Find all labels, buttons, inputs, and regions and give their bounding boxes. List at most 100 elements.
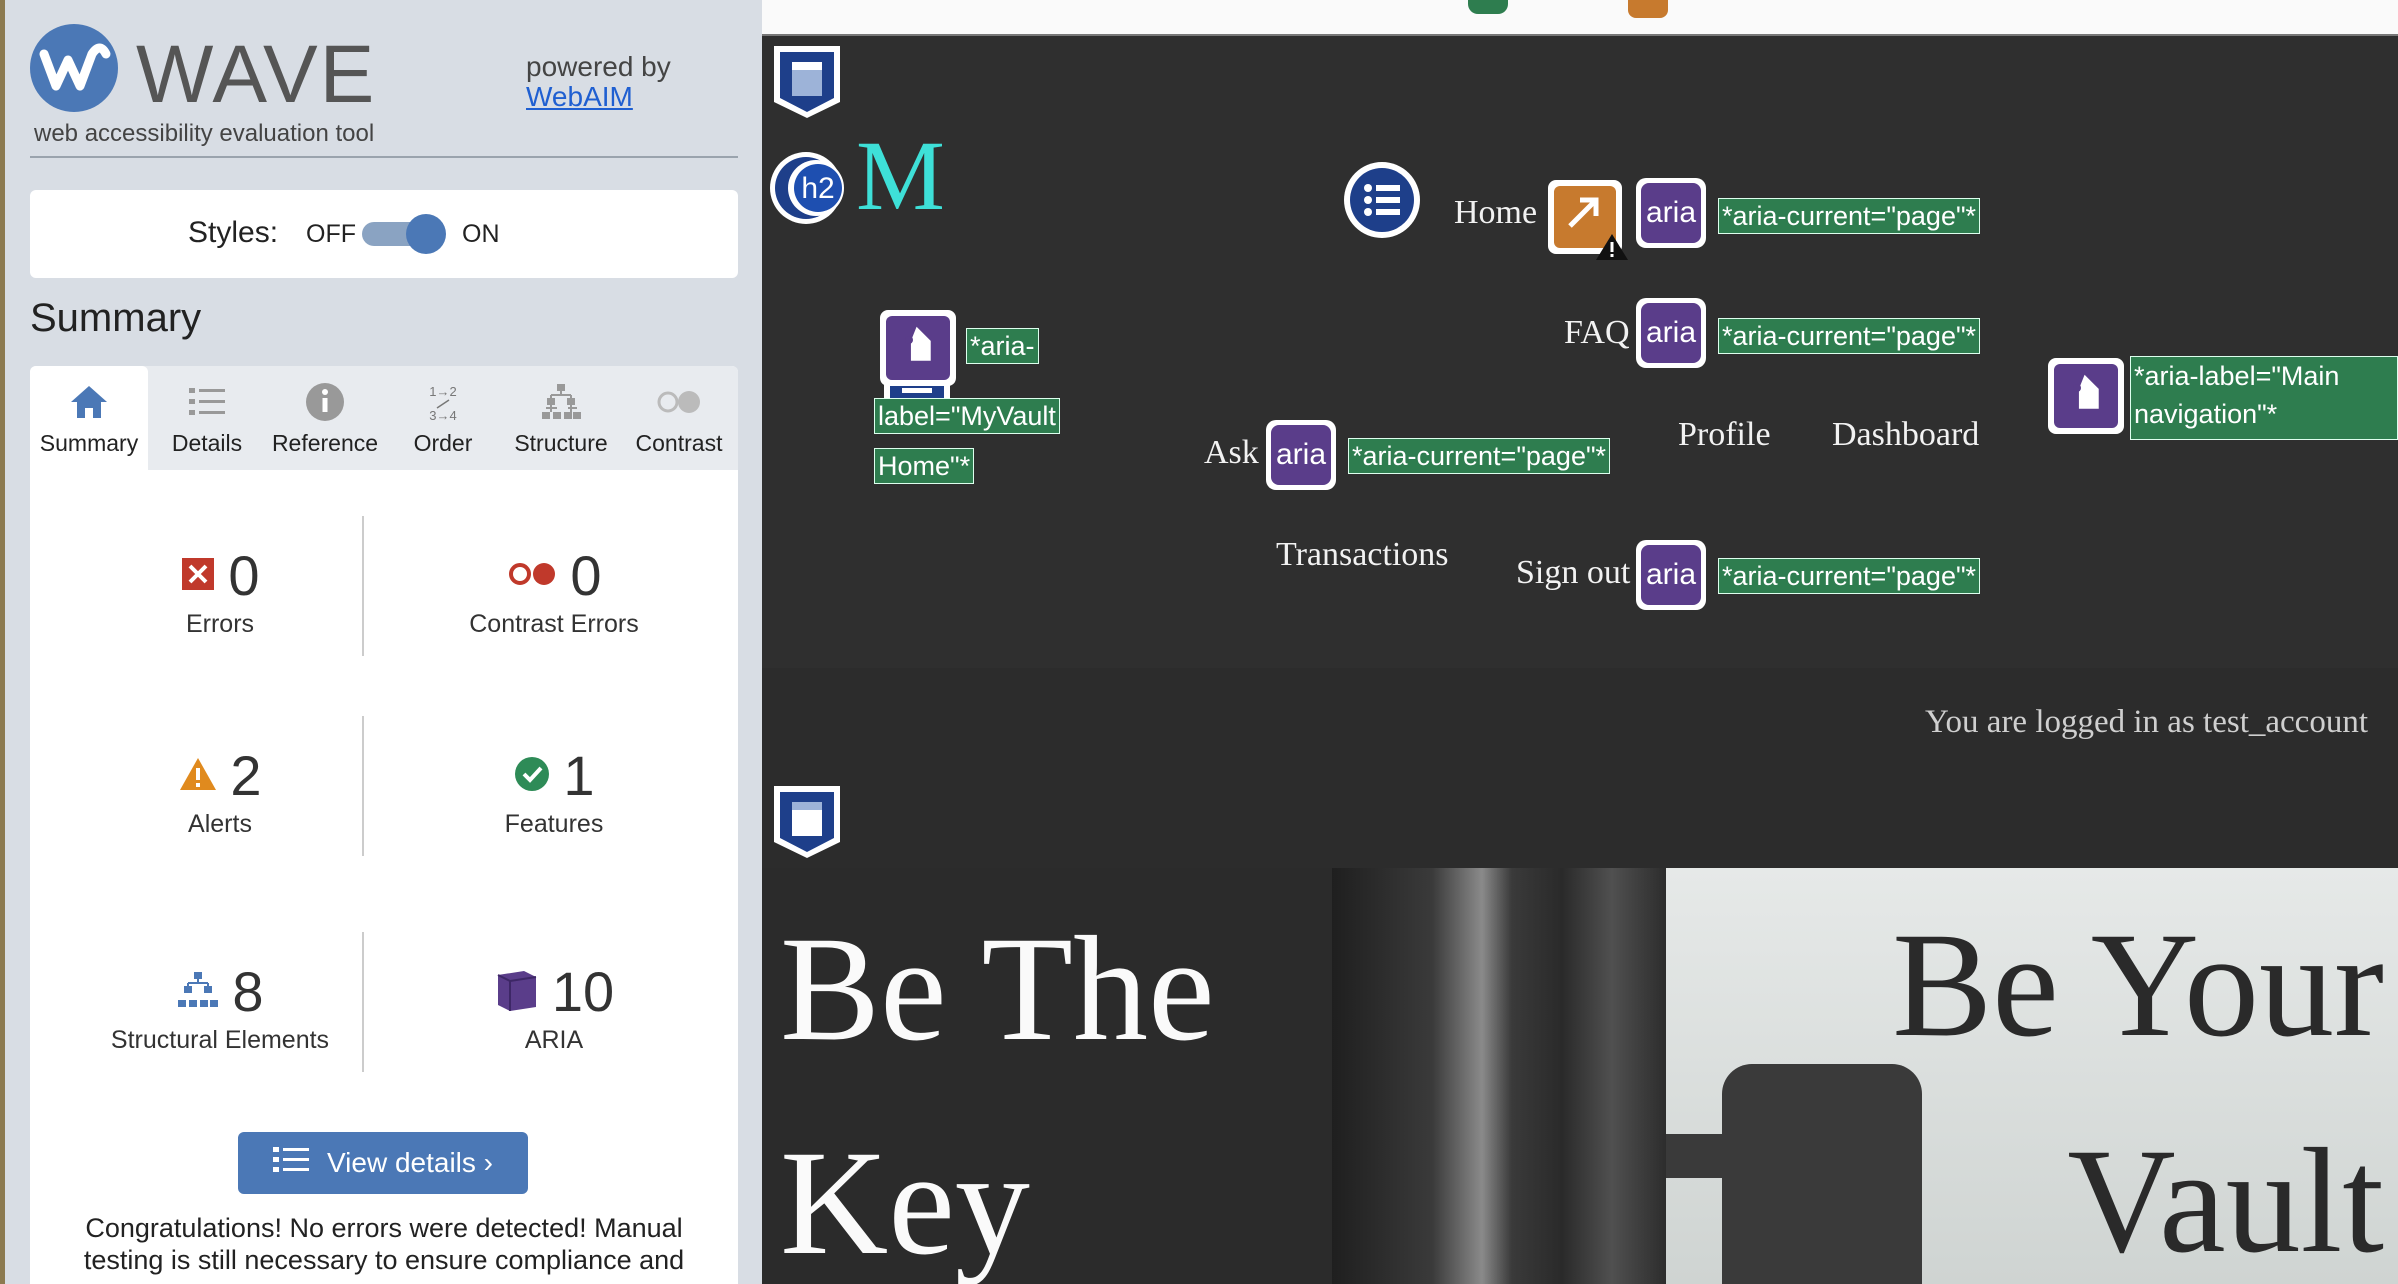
main-nav-aria-label-tag: *aria-label="Main navigation"* (2130, 356, 2398, 440)
errors-label: Errors (185, 610, 255, 638)
list-icon (272, 1145, 309, 1182)
order-icon-bottom: 3→4 (429, 408, 456, 423)
list-icon (148, 380, 266, 426)
tab-contrast[interactable]: Contrast (620, 366, 738, 470)
tab-details[interactable]: Details (148, 366, 266, 470)
styles-off-label: OFF (306, 220, 356, 248)
logged-in-text: You are logged in as test_account (1925, 704, 2368, 740)
aria-current-tag: *aria-current="page"* (1718, 318, 1981, 354)
alerts-stat[interactable]: 2 Alerts (60, 746, 380, 839)
tab-structure[interactable]: Structure (502, 366, 620, 470)
order-icon-top: 1→2 (429, 384, 456, 399)
tab-reference[interactable]: Reference (266, 366, 384, 470)
main-nav-aria-label-icon[interactable] (2046, 356, 2126, 441)
site-logo[interactable]: M (856, 118, 945, 233)
summary-heading: Summary (30, 296, 202, 340)
aria-icon[interactable]: aria (1636, 298, 1706, 368)
feature-icon (513, 755, 551, 798)
page-top-strip (762, 0, 2398, 36)
brand-aria-label-tag-1: *aria- (966, 328, 1039, 364)
webaim-link[interactable]: WebAIM (526, 82, 671, 112)
window-edge (0, 0, 5, 1284)
key-image (1722, 1064, 1922, 1284)
aria-stat[interactable]: 10 ARIA (394, 962, 714, 1055)
info-icon (266, 380, 384, 426)
hero-left-line2: Key (780, 1120, 1030, 1284)
redundant-link-alert-icon[interactable] (1546, 178, 1630, 267)
aria-current-tag: *aria-current="page"* (1718, 558, 1981, 594)
hero-right-line1: Be Your (1892, 902, 2384, 1068)
tab-label: Summary (39, 430, 139, 456)
contrast-error-icon (506, 559, 558, 594)
brand-aria-label-tag-3: Home"* (874, 448, 975, 484)
summary-panel: Summary Details Reference 1→2 3→4 Order (30, 366, 738, 1284)
hero-left-line1: Be The (780, 906, 1215, 1072)
tab-label: Structure (514, 430, 608, 456)
alerts-count: 2 (230, 744, 262, 807)
errors-count: 0 (228, 544, 260, 607)
view-details-button[interactable]: View details › (238, 1132, 528, 1194)
alert-icon (178, 756, 218, 797)
main-nav-tag-line1: *aria-label="Main (2134, 361, 2340, 391)
alerts-label: Alerts (188, 810, 252, 838)
features-stat[interactable]: 1 Features (394, 746, 714, 839)
toggle-knob (406, 214, 446, 254)
nav-transactions[interactable]: Transactions (1276, 536, 1449, 574)
tab-label: Contrast (635, 430, 723, 456)
unordered-list-icon[interactable] (1342, 160, 1422, 245)
aria-cube-icon (494, 967, 540, 1018)
h2-heading-icon[interactable]: h2 (768, 148, 858, 233)
wave-tagline: web accessibility evaluation tool (34, 120, 375, 147)
contrast-icon (620, 380, 738, 426)
aria-chip-label: aria (1641, 545, 1701, 605)
styles-toggle[interactable] (362, 214, 446, 254)
alert-marker-icon[interactable] (1628, 0, 1668, 18)
feature-marker-icon[interactable] (1468, 0, 1508, 14)
aria-icon[interactable]: aria (1266, 420, 1336, 490)
nav-ask[interactable]: Ask (1204, 434, 1259, 472)
divider (30, 156, 738, 158)
powered-by: powered by WebAIM (526, 52, 671, 112)
structure-icon (502, 380, 620, 426)
h2-label: h2 (801, 172, 834, 205)
styles-on-label: ON (462, 220, 500, 248)
aria-count: 10 (551, 960, 615, 1023)
nav-faq[interactable]: FAQ (1564, 314, 1630, 352)
contrast-errors-label: Contrast Errors (469, 610, 639, 638)
error-icon (180, 556, 216, 597)
styles-toggle-box: Styles: OFF ON (30, 190, 738, 278)
view-details-label: View details › (326, 1147, 493, 1178)
wave-logo-text: WAVE (136, 29, 377, 120)
tab-label: Order (413, 430, 473, 456)
contrast-errors-stat[interactable]: 0 Contrast Errors (394, 546, 714, 639)
home-icon (30, 380, 148, 426)
aria-label-purple-tag-icon[interactable] (878, 308, 958, 393)
logged-in-bar (762, 668, 2398, 868)
order-icon: 1→2 3→4 (384, 380, 502, 426)
structural-stat[interactable]: 8 Structural Elements (60, 962, 380, 1055)
aria-label: ARIA (524, 1026, 584, 1054)
errors-stat[interactable]: 0 Errors (60, 546, 380, 639)
tab-summary[interactable]: Summary (30, 366, 148, 470)
aria-icon[interactable]: aria (1636, 540, 1706, 610)
tab-label: Details (171, 430, 243, 456)
main-landmark-icon[interactable] (770, 782, 844, 867)
aria-current-tag: *aria-current="page"* (1348, 438, 1611, 474)
evaluated-page: h2 M *aria- label="MyVault Home"* Home a… (762, 0, 2398, 1284)
features-count: 1 (563, 744, 595, 807)
congrats-message: Congratulations! No errors were detected… (83, 1213, 685, 1275)
structural-count: 8 (232, 960, 264, 1023)
nav-dashboard[interactable]: Dashboard (1832, 416, 1979, 454)
header-landmark-icon[interactable] (770, 42, 844, 127)
nav-home[interactable]: Home (1454, 194, 1537, 232)
aria-icon[interactable]: aria (1636, 178, 1706, 248)
aria-current-tag: *aria-current="page"* (1718, 198, 1981, 234)
nav-profile[interactable]: Profile (1678, 416, 1771, 454)
nav-sign-out[interactable]: Sign out (1516, 554, 1630, 592)
aria-chip-label: aria (1271, 425, 1331, 485)
tab-order[interactable]: 1→2 3→4 Order (384, 366, 502, 470)
styles-label: Styles: (188, 216, 279, 249)
features-label: Features (504, 810, 604, 838)
aria-chip-label: aria (1641, 183, 1701, 243)
structural-label: Structural Elements (110, 1026, 330, 1054)
